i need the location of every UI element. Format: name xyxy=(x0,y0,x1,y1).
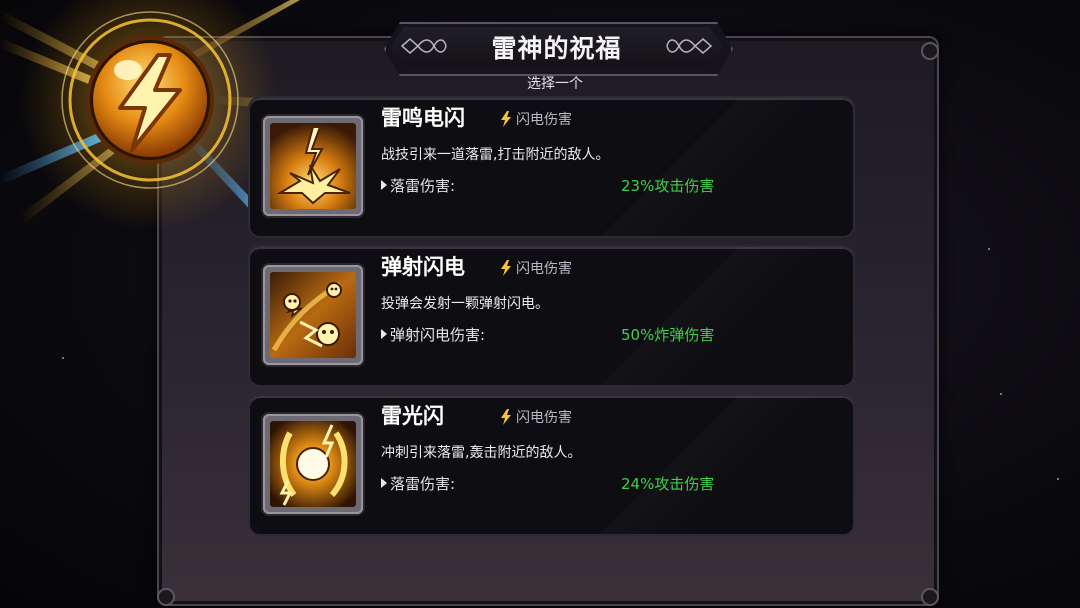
lightning-strike-icon xyxy=(270,123,356,209)
panel-corner-ornament xyxy=(921,588,939,606)
blessing-name: 雷光闪 xyxy=(381,404,444,428)
background-star xyxy=(1057,478,1059,480)
damage-type-label: 闪电伤害 xyxy=(516,410,572,426)
blessing-card-2[interactable]: 弹射闪电 闪电伤害 投弹会发射一颗弹射闪电。 弹射闪电伤害: 50%炸弹伤害 xyxy=(248,245,855,387)
stat-label: 落雷伤害: xyxy=(390,177,456,195)
blessing-card-3[interactable]: 雷光闪 闪电伤害 冲刺引来落雷,轰击附近的敌人。 落雷伤害: 24%攻击伤害 xyxy=(248,394,855,536)
damage-type-label: 闪电伤害 xyxy=(516,261,572,277)
damage-type-label: 闪电伤害 xyxy=(516,112,572,128)
lightning-bolt-icon xyxy=(501,111,511,127)
lightning-bolt-icon xyxy=(501,409,511,425)
blessing-description: 投弹会发射一颗弹射闪电。 xyxy=(381,296,549,312)
stat-label: 落雷伤害: xyxy=(390,475,456,493)
lightning-bolt-icon xyxy=(501,260,511,276)
blessing-icon-frame xyxy=(263,265,363,365)
blessing-stat-row: 弹射闪电伤害: 50%炸弹伤害 xyxy=(381,324,841,346)
stat-bullet-icon xyxy=(381,478,387,488)
stat-bullet-icon xyxy=(381,329,387,339)
blessing-stat-row: 落雷伤害: 24%攻击伤害 xyxy=(381,473,841,495)
blessing-card-1[interactable]: 雷鸣电闪 闪电伤害 战技引来一道落雷,打击附近的敌人。 落雷伤害: 23%攻击伤… xyxy=(248,96,855,238)
stat-bullet-icon xyxy=(381,180,387,190)
blessing-icon-frame xyxy=(263,414,363,514)
blessing-description: 冲刺引来落雷,轰击附近的敌人。 xyxy=(381,445,582,461)
blessing-description: 战技引来一道落雷,打击附近的敌人。 xyxy=(381,147,610,163)
damage-type-tag: 闪电伤害 xyxy=(500,407,572,427)
page-subtitle: 选择一个 xyxy=(527,76,583,92)
damage-type-tag: 闪电伤害 xyxy=(500,258,572,278)
background-star xyxy=(1000,393,1002,395)
blessing-stat-row: 落雷伤害: 23%攻击伤害 xyxy=(381,175,841,197)
page-title: 雷神的祝福 xyxy=(491,34,622,63)
blessing-name: 雷鸣电闪 xyxy=(381,106,465,130)
panel-corner-ornament xyxy=(921,42,939,60)
game-screen: 雷神的祝福 选择一个 雷鸣电闪 闪电伤害 战技引来一道落雷,打击附近的敌人。 落… xyxy=(0,0,1080,608)
blessing-icon-frame xyxy=(263,116,363,216)
damage-type-tag: 闪电伤害 xyxy=(500,109,572,129)
background-star xyxy=(62,357,64,359)
blessing-name: 弹射闪电 xyxy=(381,255,465,279)
bouncing-bomb-icon xyxy=(270,272,356,358)
stat-value: 50%炸弹伤害 xyxy=(621,326,715,344)
panel-corner-ornament xyxy=(157,588,175,606)
background-star xyxy=(988,248,990,250)
lightning-dash-icon xyxy=(270,421,356,507)
stat-label: 弹射闪电伤害: xyxy=(390,326,486,344)
stat-value: 23%攻击伤害 xyxy=(621,177,715,195)
stat-value: 24%攻击伤害 xyxy=(621,475,715,493)
